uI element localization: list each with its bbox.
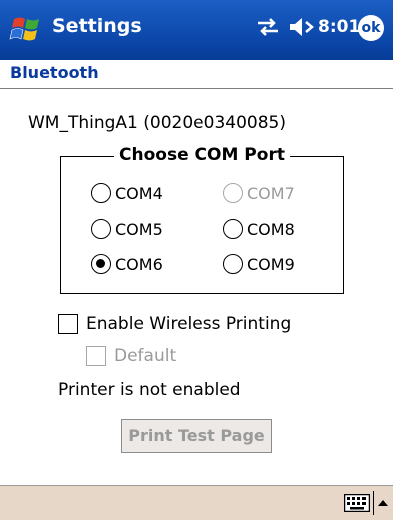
com-port-legend: Choose COM Port (114, 145, 290, 165)
window-title: Settings (52, 15, 142, 37)
print-test-page-button: Print Test Page (121, 419, 272, 453)
radio-com4[interactable]: COM4 (91, 183, 163, 203)
printer-status-text: Printer is not enabled (58, 380, 241, 400)
checkbox-icon[interactable] (58, 314, 78, 334)
radio-button-icon[interactable] (91, 219, 111, 239)
title-bar: Settings 8:01 ok (0, 0, 393, 60)
radio-label: COM7 (247, 183, 295, 203)
radio-label: COM6 (115, 254, 163, 274)
radio-com8[interactable]: COM8 (223, 219, 295, 239)
page-title: Bluetooth (10, 63, 99, 82)
sync-icon[interactable] (254, 15, 282, 39)
windows-start-icon[interactable] (8, 11, 44, 47)
radio-button-icon[interactable] (91, 183, 111, 203)
radio-label: COM4 (115, 183, 163, 203)
keyboard-icon[interactable] (344, 494, 370, 512)
radio-com9[interactable]: COM9 (223, 254, 295, 274)
sip-divider (373, 491, 374, 515)
default-checkbox: Default (86, 346, 176, 366)
radio-button-icon[interactable] (223, 254, 243, 274)
radio-selected-dot (96, 259, 105, 268)
settings-header: Bluetooth (0, 60, 393, 89)
checkbox-label: Default (114, 346, 177, 366)
ok-button[interactable]: ok (358, 15, 384, 41)
device-name: WM_ThingA1 (0020e0340085) (28, 113, 286, 133)
bottom-menu-bar (0, 485, 393, 520)
radio-button-icon (223, 183, 243, 203)
radio-label: COM8 (247, 219, 295, 239)
radio-label: COM9 (247, 254, 295, 274)
com-port-group: Choose COM Port COM4 COM7 COM5 COM8 COM6… (60, 145, 344, 294)
radio-com7: COM7 (223, 183, 295, 203)
radio-button-icon[interactable] (91, 254, 111, 274)
radio-button-icon[interactable] (223, 219, 243, 239)
enable-wireless-printing-checkbox[interactable]: Enable Wireless Printing (58, 314, 291, 334)
radio-com6[interactable]: COM6 (91, 254, 163, 274)
radio-com5[interactable]: COM5 (91, 219, 163, 239)
radio-label: COM5 (115, 219, 163, 239)
clock[interactable]: 8:01 (318, 17, 360, 37)
checkbox-label: Enable Wireless Printing (86, 314, 292, 334)
volume-icon[interactable] (288, 15, 314, 39)
checkbox-icon (86, 346, 106, 366)
sip-arrow-up-icon[interactable] (378, 498, 388, 506)
